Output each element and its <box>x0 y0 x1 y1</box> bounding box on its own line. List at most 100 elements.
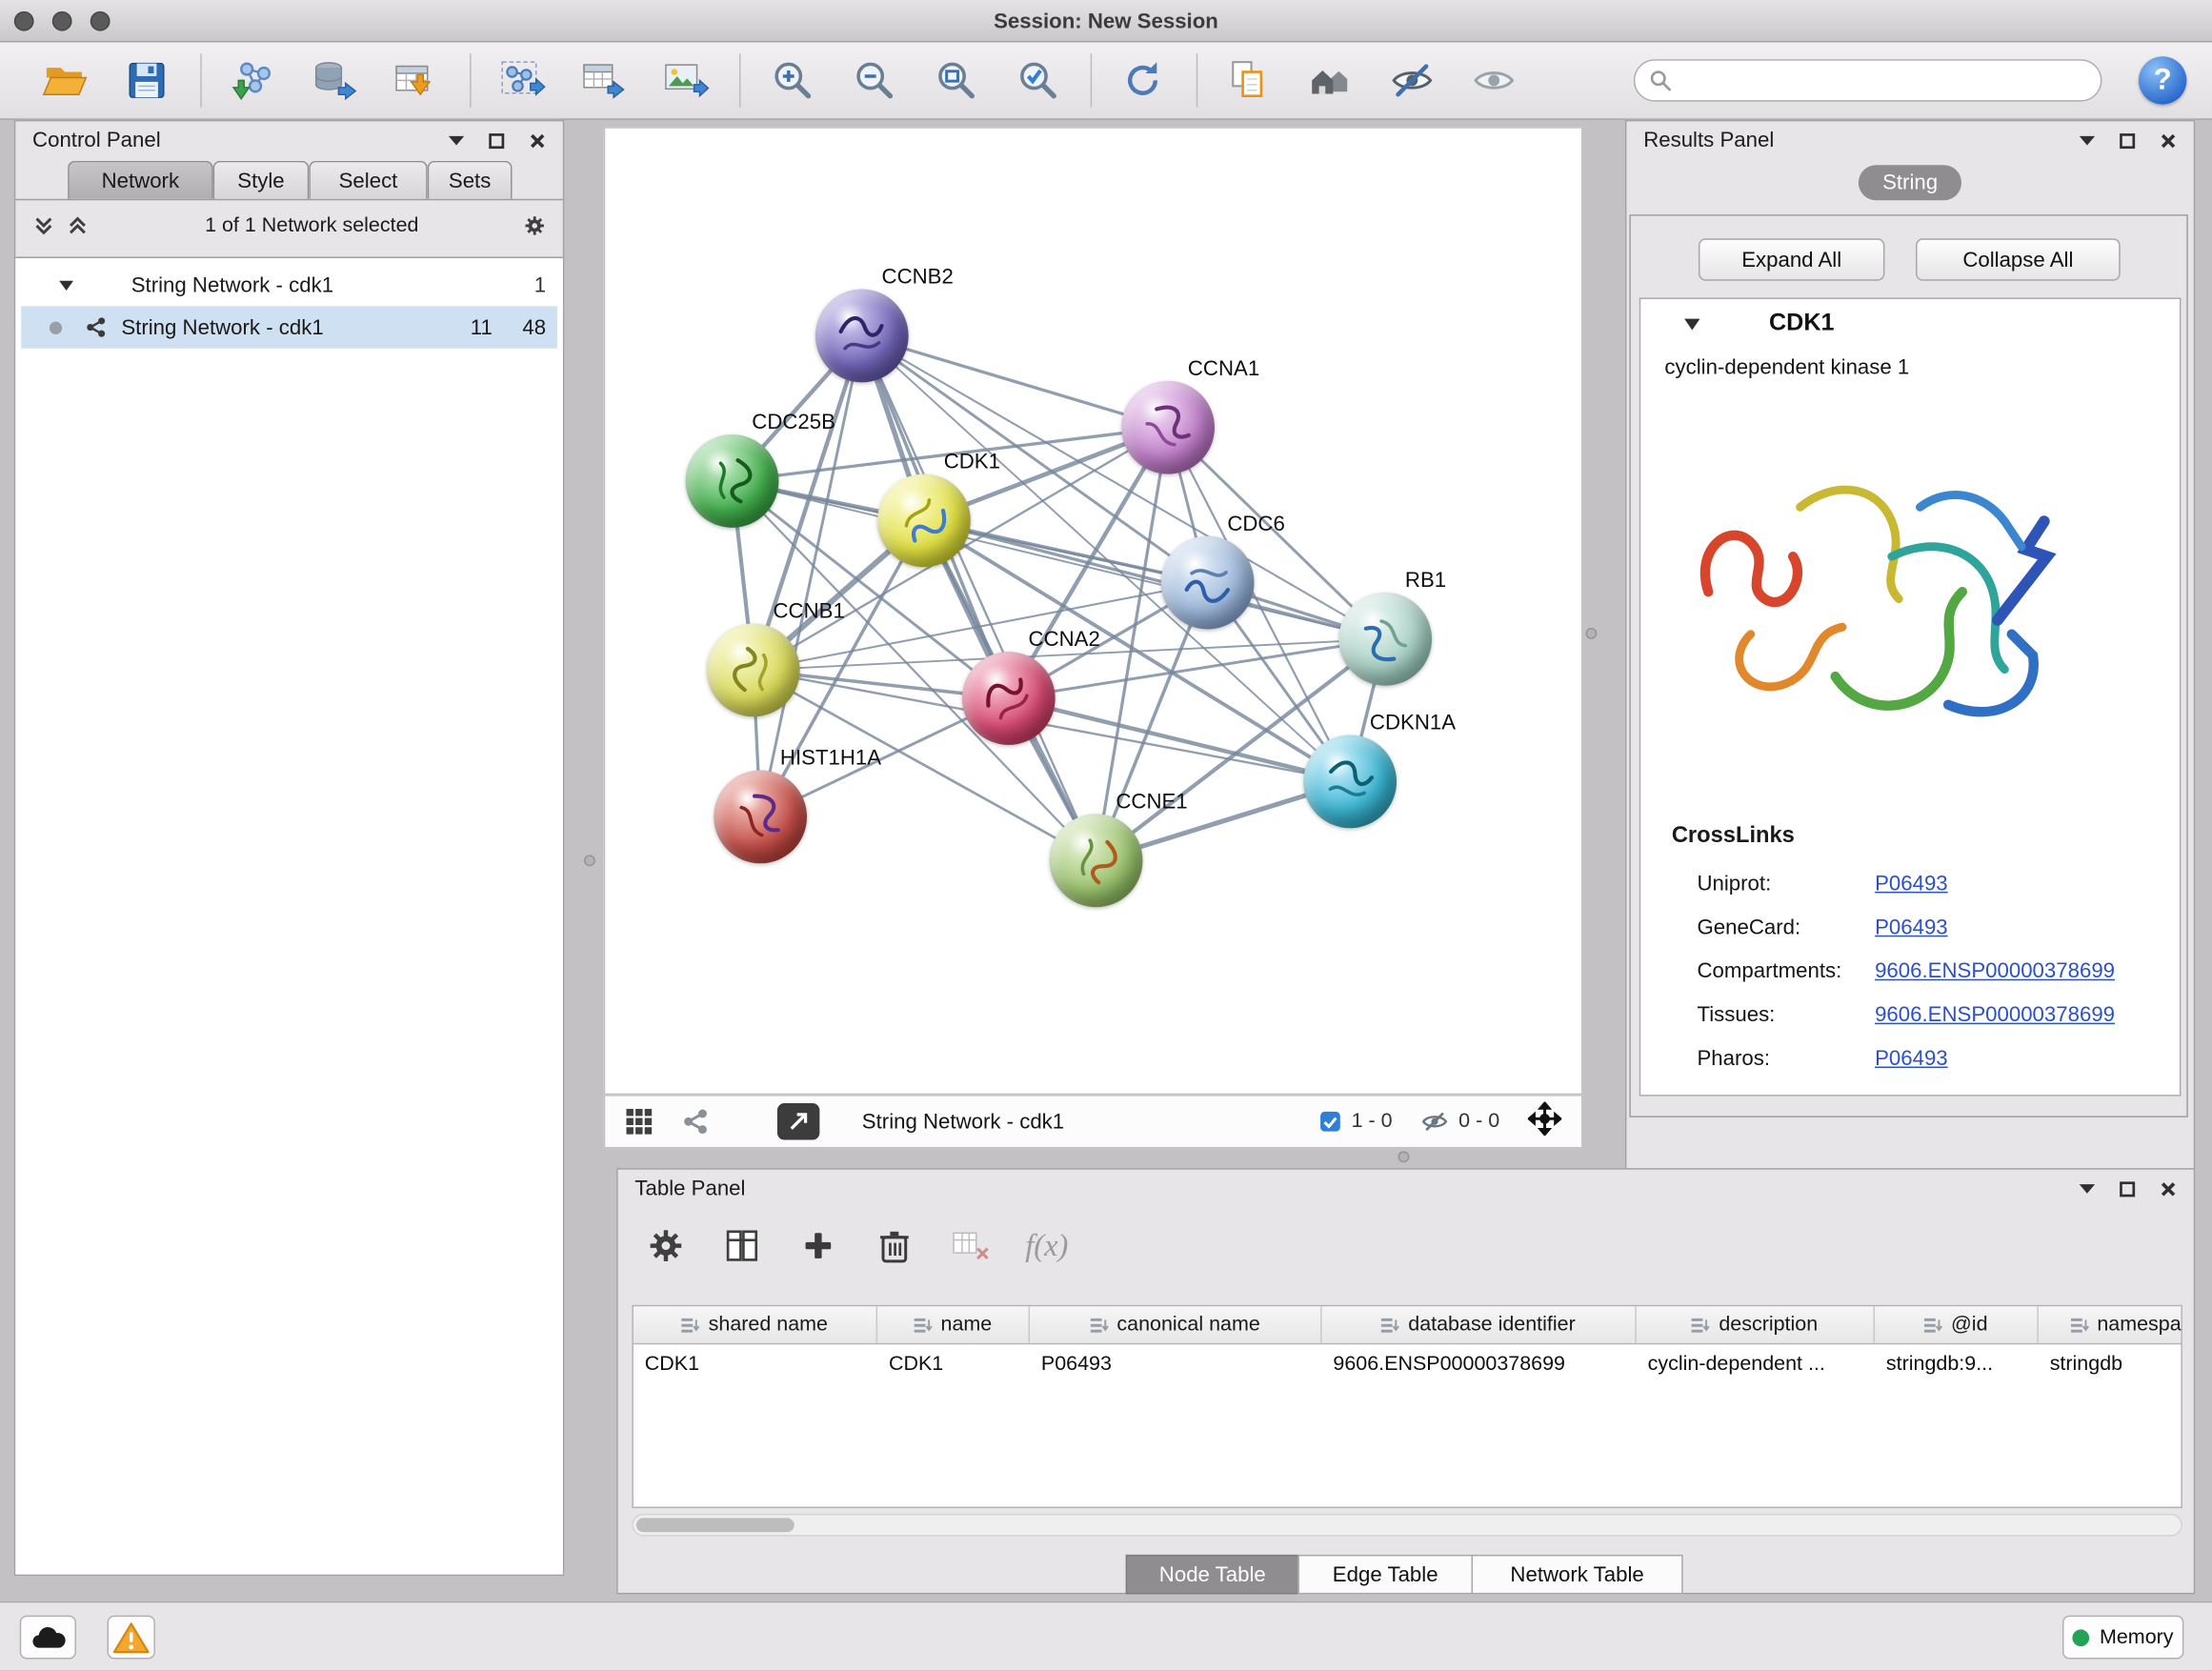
network-node-cdkn1a[interactable] <box>1303 735 1397 829</box>
save-session-button[interactable] <box>118 52 174 109</box>
network-collection-row[interactable]: String Network - cdk1 1 <box>15 264 563 306</box>
column-header--id[interactable]: @id <box>1875 1306 2039 1343</box>
delete-table-icon-disabled[interactable] <box>945 1220 995 1271</box>
share-network-icon[interactable] <box>681 1107 710 1136</box>
crosslink-link[interactable]: 9606.ENSP00000378699 <box>1875 959 2115 983</box>
open-in-external-button[interactable] <box>777 1103 819 1140</box>
panel-close-icon[interactable] <box>2157 1178 2180 1200</box>
pan-crosshair-icon[interactable] <box>1528 1102 1562 1141</box>
hide-panel-button[interactable] <box>1384 52 1440 109</box>
cloud-status-button[interactable] <box>20 1616 76 1660</box>
function-builder-button[interactable]: f(x) <box>1021 1220 1072 1271</box>
help-button[interactable]: ? <box>2139 56 2186 104</box>
network-node-cdk1[interactable] <box>877 474 971 568</box>
network-options-gear-icon[interactable] <box>523 214 546 237</box>
zoom-in-button[interactable] <box>763 52 819 109</box>
network-node-ccne1[interactable] <box>1050 814 1143 907</box>
network-node-cdc6[interactable] <box>1161 536 1255 630</box>
panel-close-icon[interactable] <box>526 129 549 151</box>
crosslink-link[interactable]: P06493 <box>1875 916 1948 939</box>
home-button[interactable] <box>1302 52 1358 109</box>
tab-string[interactable]: String <box>1859 165 1961 200</box>
delete-column-icon[interactable] <box>869 1220 919 1271</box>
expand-all-icon[interactable] <box>67 214 90 237</box>
hidden-counts[interactable]: 0 - 0 <box>1420 1110 1499 1133</box>
table-cell[interactable]: stringdb:9... <box>1875 1352 2039 1375</box>
crosslink-link[interactable]: P06493 <box>1875 872 1948 896</box>
zoom-fit-button[interactable] <box>927 52 983 109</box>
panel-float-icon[interactable] <box>485 129 508 151</box>
collapse-all-button[interactable]: Collapse All <box>1916 238 2121 280</box>
duplicate-network-button[interactable] <box>1220 52 1277 109</box>
show-panel-button[interactable] <box>1466 52 1522 109</box>
export-image-button[interactable] <box>657 52 714 109</box>
network-node-cdc25b[interactable] <box>686 434 779 528</box>
network-selected-status: 1 of 1 Network selected <box>100 214 523 237</box>
table-settings-gear-icon[interactable] <box>640 1220 691 1271</box>
right-splitter-handle[interactable] <box>1585 628 1597 639</box>
panel-menu-icon[interactable] <box>2075 1178 2098 1200</box>
import-network-file-button[interactable] <box>224 52 280 109</box>
table-horizontal-scrollbar[interactable] <box>632 1514 2182 1537</box>
column-header-namespace[interactable]: namespace <box>2039 1306 2182 1343</box>
tab-style[interactable]: Style <box>213 161 310 199</box>
panel-menu-icon[interactable] <box>444 129 467 151</box>
network-node-rb1[interactable] <box>1338 593 1432 686</box>
add-column-icon[interactable] <box>793 1220 843 1271</box>
zoom-out-button[interactable] <box>845 52 901 109</box>
warnings-button[interactable] <box>108 1616 155 1660</box>
tab-network[interactable]: Network <box>68 161 213 199</box>
tab-sets[interactable]: Sets <box>428 161 513 199</box>
new-network-from-selection-button[interactable] <box>493 52 550 109</box>
search-input[interactable] <box>1683 70 2087 92</box>
selected-counts[interactable]: 1 - 0 <box>1319 1110 1393 1133</box>
search-box[interactable] <box>1634 59 2102 101</box>
column-header-description[interactable]: description <box>1637 1306 1875 1343</box>
memory-button[interactable]: Memory <box>2062 1616 2183 1660</box>
table-cell[interactable]: P06493 <box>1030 1352 1322 1375</box>
network-row-selected[interactable]: String Network - cdk1 11 48 <box>21 306 557 348</box>
left-splitter-handle[interactable] <box>584 855 595 866</box>
column-header-name[interactable]: name <box>877 1306 1030 1343</box>
table-cell[interactable]: cyclin-dependent ... <box>1637 1352 1875 1375</box>
panel-menu-icon[interactable] <box>2075 129 2098 151</box>
table-cell[interactable]: stringdb <box>2039 1352 2182 1375</box>
birdseye-grid-icon[interactable] <box>625 1107 654 1136</box>
table-cell[interactable]: 9606.ENSP00000378699 <box>1322 1352 1637 1375</box>
open-session-button[interactable] <box>37 52 93 109</box>
tab-edge-table[interactable]: Edge Table <box>1297 1555 1473 1594</box>
network-canvas[interactable]: CCNB2CCNA1CDC25BCDK1CDC6RB1CCNB1CCNA2CDK… <box>604 127 1583 1095</box>
network-node-hist1h1a[interactable] <box>714 771 807 864</box>
export-network-button[interactable] <box>575 52 632 109</box>
scrollbar-thumb[interactable] <box>636 1518 794 1532</box>
refresh-view-button[interactable] <box>1115 52 1171 109</box>
tab-select[interactable]: Select <box>309 161 427 199</box>
collapse-all-icon[interactable] <box>32 214 55 237</box>
crosslink-link[interactable]: 9606.ENSP00000378699 <box>1875 1003 2115 1027</box>
node-detail-header[interactable]: CDK1 <box>1640 299 2180 347</box>
panel-close-icon[interactable] <box>2157 129 2180 151</box>
column-header-shared-name[interactable]: shared name <box>633 1306 877 1343</box>
column-header-canonical-name[interactable]: canonical name <box>1030 1306 1322 1343</box>
panel-float-icon[interactable] <box>2116 129 2139 151</box>
table-cell[interactable]: CDK1 <box>877 1352 1030 1375</box>
expand-all-button[interactable]: Expand All <box>1699 238 1884 280</box>
tree-collapse-icon[interactable] <box>58 273 75 297</box>
table-cell[interactable]: CDK1 <box>633 1352 877 1375</box>
import-network-database-button[interactable] <box>306 52 362 109</box>
show-columns-icon[interactable] <box>716 1220 767 1271</box>
zoom-selected-button[interactable] <box>1009 52 1065 109</box>
bottom-splitter-handle[interactable] <box>1398 1151 1410 1162</box>
network-node-ccna2[interactable] <box>962 652 1056 745</box>
network-node-ccnb1[interactable] <box>707 624 800 717</box>
network-node-ccnb2[interactable] <box>815 290 909 383</box>
crosslink-link[interactable]: P06493 <box>1875 1047 1948 1071</box>
network-node-ccna1[interactable] <box>1121 381 1215 474</box>
tab-network-table[interactable]: Network Table <box>1472 1555 1683 1594</box>
column-header-database-identifier[interactable]: database identifier <box>1322 1306 1637 1343</box>
import-table-button[interactable] <box>388 52 444 109</box>
panel-float-icon[interactable] <box>2116 1178 2139 1200</box>
section-collapse-icon[interactable] <box>1683 315 1701 331</box>
tab-node-table[interactable]: Node Table <box>1126 1555 1299 1594</box>
table-row[interactable]: CDK1CDK1P064939606.ENSP00000378699cyclin… <box>633 1344 2182 1382</box>
